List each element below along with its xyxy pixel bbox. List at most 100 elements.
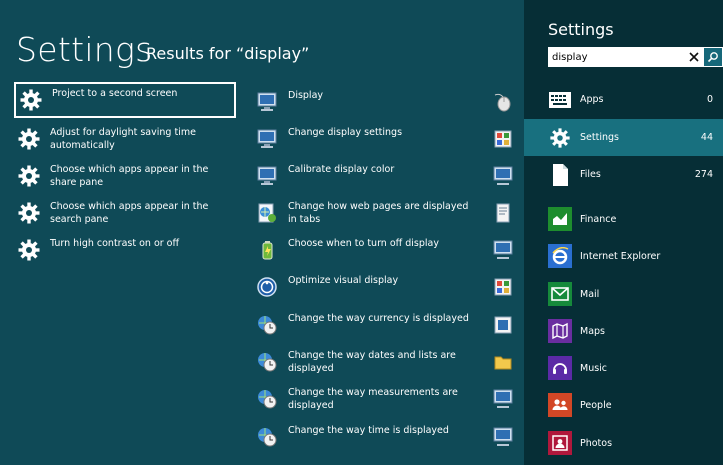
monitor-icon bbox=[490, 424, 516, 450]
photos-icon bbox=[548, 431, 572, 455]
search-box bbox=[548, 47, 723, 67]
app-music[interactable]: Music bbox=[548, 356, 607, 380]
result-label: Turn high contrast on or off bbox=[50, 238, 180, 249]
result-turn-off-display[interactable]: Choose when to turn off display bbox=[254, 237, 474, 263]
result-project-second-screen[interactable]: Project to a second screen bbox=[14, 82, 236, 118]
app-mail[interactable]: Mail bbox=[548, 282, 599, 306]
gear-icon bbox=[16, 163, 42, 189]
result-truncated[interactable]: F bbox=[490, 163, 522, 189]
music-icon bbox=[548, 356, 572, 380]
app-label: Photos bbox=[580, 437, 613, 449]
result-change-display-settings[interactable]: Change display settings bbox=[254, 126, 474, 152]
result-truncated[interactable]: F bbox=[490, 237, 522, 263]
app-finance[interactable]: Finance bbox=[548, 207, 616, 231]
result-share-pane[interactable]: Choose which apps appear in the share pa… bbox=[16, 163, 234, 189]
page-title: Settings bbox=[16, 30, 153, 69]
app-label: People bbox=[580, 399, 612, 411]
result-label: Choose which apps appear in the search p… bbox=[50, 201, 209, 225]
internet-options-icon bbox=[254, 200, 280, 226]
mail-icon bbox=[548, 282, 572, 306]
gear-icon bbox=[16, 237, 42, 263]
result-label: Adjust for daylight saving time automati… bbox=[50, 127, 196, 151]
search-pane-title: Settings bbox=[548, 20, 614, 39]
globe-clock-icon bbox=[254, 424, 280, 450]
category-apps[interactable]: Apps 0 bbox=[524, 81, 723, 118]
keyboard-icon bbox=[548, 88, 572, 112]
result-time[interactable]: Change the way time is displayed bbox=[254, 424, 474, 450]
globe-clock-icon bbox=[254, 349, 280, 375]
globe-clock-icon bbox=[254, 386, 280, 412]
monitor-icon bbox=[490, 386, 516, 412]
result-truncated[interactable]: C bbox=[490, 126, 522, 152]
search-button[interactable] bbox=[704, 48, 722, 66]
document-icon bbox=[490, 200, 516, 226]
finance-icon bbox=[548, 207, 572, 231]
app-label: Finance bbox=[580, 213, 617, 225]
monitor-icon bbox=[490, 237, 516, 263]
monitor-icon bbox=[254, 163, 280, 189]
ease-of-access-icon bbox=[254, 274, 280, 300]
result-currency[interactable]: Change the way currency is displayed bbox=[254, 312, 474, 338]
gear-icon bbox=[16, 126, 42, 152]
gear-icon bbox=[16, 200, 42, 226]
result-truncated[interactable]: C bbox=[490, 424, 522, 450]
result-daylight-saving[interactable]: Adjust for daylight saving time automati… bbox=[16, 126, 234, 152]
result-truncated[interactable]: V bbox=[490, 312, 522, 338]
search-input[interactable] bbox=[548, 49, 684, 65]
windows-icon bbox=[490, 312, 516, 338]
category-files[interactable]: Files 274 bbox=[524, 156, 723, 193]
result-label: Change the way currency is displayed bbox=[288, 313, 469, 324]
app-label: Maps bbox=[580, 325, 605, 337]
result-dates-lists[interactable]: Change the way dates and lists are displ… bbox=[254, 349, 474, 375]
gear-icon bbox=[18, 87, 44, 113]
file-icon bbox=[548, 163, 572, 187]
result-label: Change display settings bbox=[288, 127, 403, 138]
category-count: 274 bbox=[694, 169, 713, 180]
category-settings[interactable]: Settings 44 bbox=[524, 119, 723, 156]
result-truncated[interactable]: C bbox=[490, 386, 522, 412]
result-web-pages-tabs[interactable]: Change how web pages are displayed in ta… bbox=[254, 200, 474, 226]
result-truncated[interactable]: C bbox=[490, 274, 522, 300]
result-calibrate-color[interactable]: Calibrate display color bbox=[254, 163, 474, 189]
app-people[interactable]: People bbox=[548, 393, 612, 417]
app-label: Music bbox=[580, 362, 608, 374]
monitor-icon bbox=[490, 163, 516, 189]
result-label: Change the way dates and lists are displ… bbox=[288, 350, 456, 374]
clear-search-button[interactable] bbox=[686, 49, 702, 65]
maps-icon bbox=[548, 319, 572, 343]
result-optimize-visual[interactable]: Optimize visual display bbox=[254, 274, 474, 300]
result-label: Change how web pages are displayed in ta… bbox=[288, 201, 469, 225]
result-label: Project to a second screen bbox=[52, 88, 178, 99]
result-label: Optimize visual display bbox=[288, 275, 399, 286]
app-internet-explorer[interactable]: Internet Explorer bbox=[548, 244, 660, 268]
monitor-icon bbox=[254, 89, 280, 115]
search-charm-pane: Settings Apps 0 Settings 44 Files 274 Fi… bbox=[524, 0, 723, 465]
result-label: Choose which apps appear in the share pa… bbox=[50, 164, 209, 188]
programs-icon bbox=[490, 126, 516, 152]
result-truncated[interactable]: T bbox=[490, 200, 522, 226]
monitor-icon bbox=[254, 126, 280, 152]
result-label: Display bbox=[288, 90, 324, 101]
app-maps[interactable]: Maps bbox=[548, 319, 605, 343]
result-search-pane[interactable]: Choose which apps appear in the search p… bbox=[16, 200, 234, 226]
app-label: Mail bbox=[580, 288, 600, 300]
result-label: Choose when to turn off display bbox=[288, 238, 439, 249]
result-high-contrast[interactable]: Turn high contrast on or off bbox=[16, 237, 234, 263]
result-truncated[interactable]: F bbox=[490, 349, 522, 375]
category-label: Settings bbox=[580, 132, 619, 143]
result-truncated[interactable]: C bbox=[490, 89, 522, 115]
globe-clock-icon bbox=[254, 312, 280, 338]
result-display[interactable]: Display bbox=[254, 89, 474, 115]
close-icon bbox=[689, 52, 699, 62]
app-label: Internet Explorer bbox=[580, 250, 661, 262]
programs-icon bbox=[490, 274, 516, 300]
category-label: Files bbox=[580, 169, 601, 180]
category-count: 44 bbox=[700, 132, 713, 143]
gear-icon bbox=[548, 126, 572, 150]
folder-icon bbox=[490, 349, 516, 375]
search-icon bbox=[707, 52, 718, 63]
result-label: Calibrate display color bbox=[288, 164, 395, 175]
result-measurements[interactable]: Change the way measurements are displaye… bbox=[254, 386, 474, 412]
app-photos[interactable]: Photos bbox=[548, 431, 612, 455]
people-icon bbox=[548, 393, 572, 417]
